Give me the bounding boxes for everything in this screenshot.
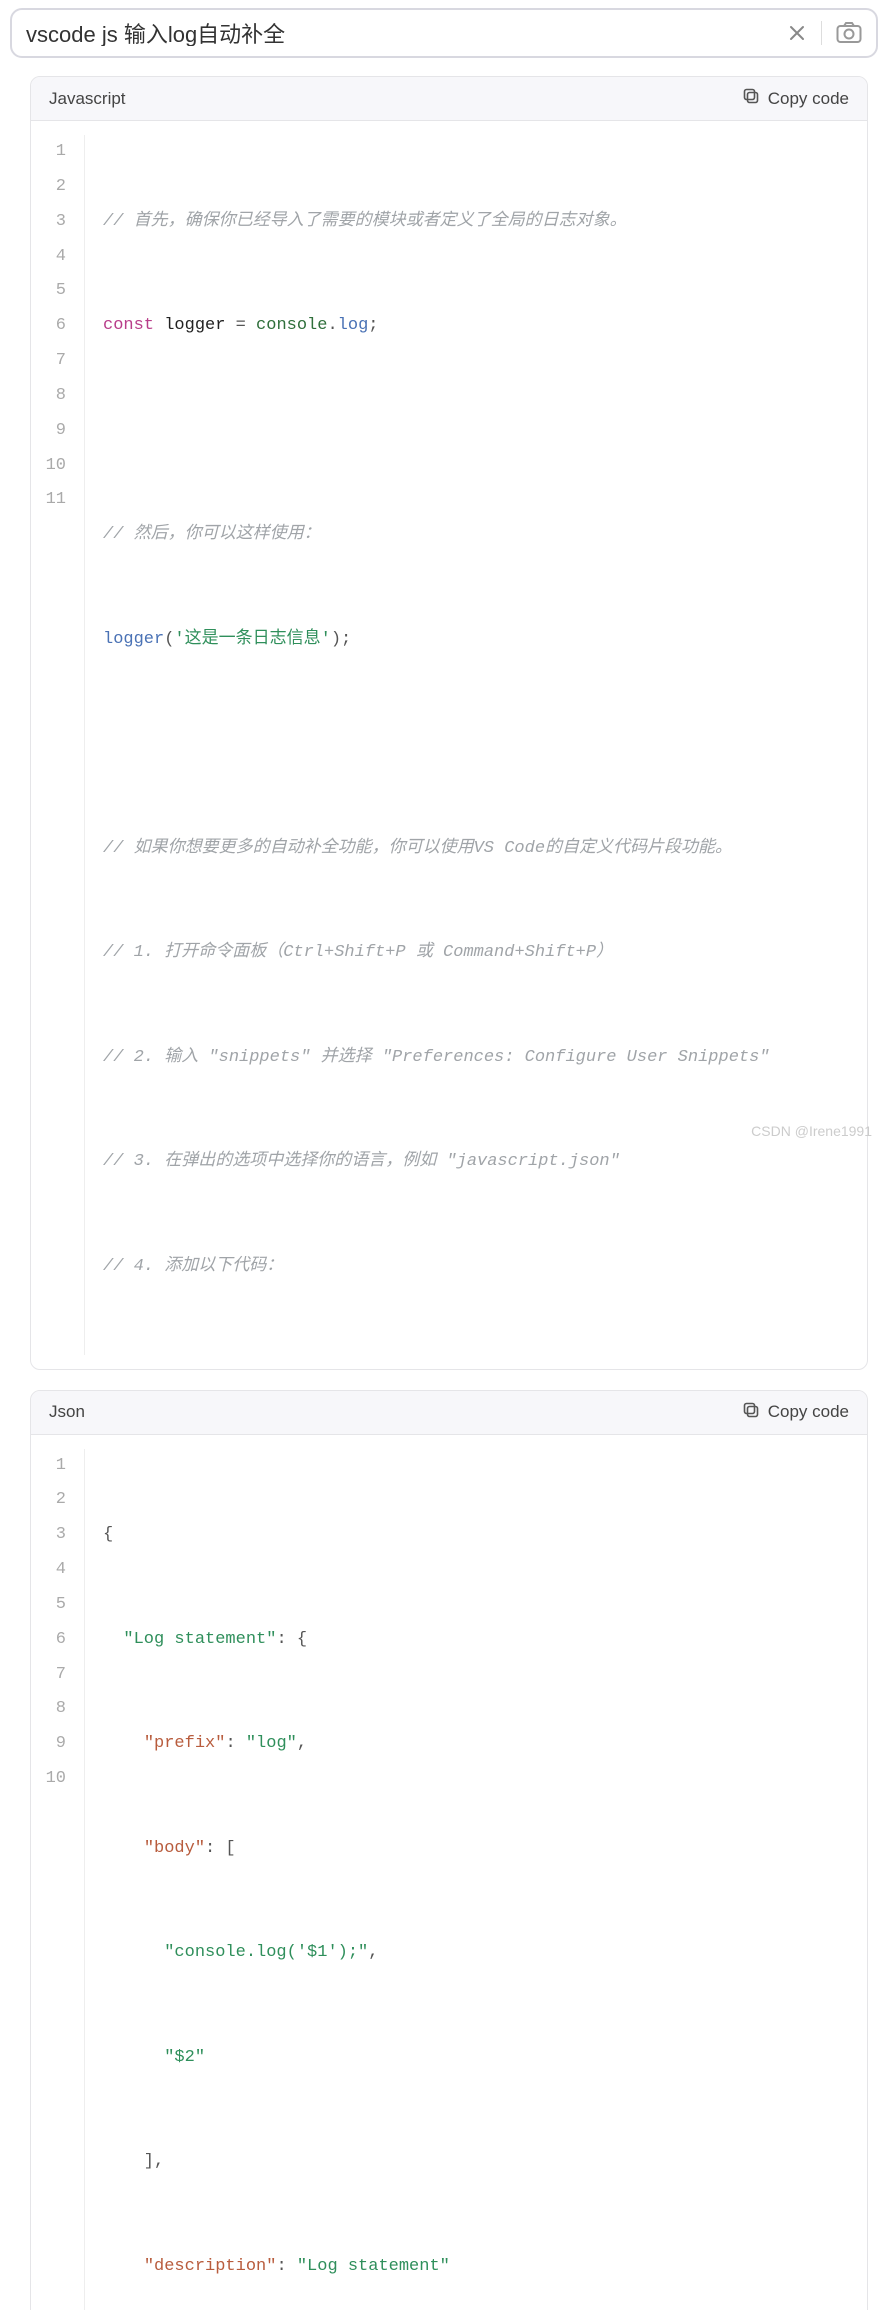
code-body: 12345678910 { "Log statement": { "prefix…	[31, 1435, 867, 2310]
code-header: Json Copy code	[31, 1391, 867, 1435]
code-language-label: Json	[49, 1402, 85, 1422]
copy-code-button[interactable]: Copy code	[742, 1401, 849, 1424]
copy-code-label: Copy code	[768, 1402, 849, 1422]
code-header: Javascript Copy code	[31, 77, 867, 121]
code-content[interactable]: { "Log statement": { "prefix": "log", "b…	[85, 1449, 861, 2310]
watermark: CSDN @Irene1991	[751, 1123, 872, 1139]
code-body: 1234567891011 // 首先，确保你已经导入了需要的模块或者定义了全局…	[31, 121, 867, 1369]
search-bar	[10, 8, 878, 58]
close-icon[interactable]	[787, 23, 807, 43]
copy-icon	[742, 87, 760, 110]
line-numbers: 12345678910	[31, 1449, 85, 2310]
copy-code-label: Copy code	[768, 89, 849, 109]
code-block-json: Json Copy code 12345678910 { "Log statem…	[30, 1390, 868, 2310]
code-language-label: Javascript	[49, 89, 126, 109]
code-block-javascript: Javascript Copy code 1234567891011 // 首先…	[30, 76, 868, 1370]
camera-icon[interactable]	[836, 22, 862, 44]
copy-code-button[interactable]: Copy code	[742, 87, 849, 110]
copy-icon	[742, 1401, 760, 1424]
divider	[821, 21, 822, 45]
line-numbers: 1234567891011	[31, 135, 85, 1355]
code-content[interactable]: // 首先，确保你已经导入了需要的模块或者定义了全局的日志对象。 const l…	[85, 135, 861, 1355]
search-input[interactable]	[26, 20, 787, 46]
